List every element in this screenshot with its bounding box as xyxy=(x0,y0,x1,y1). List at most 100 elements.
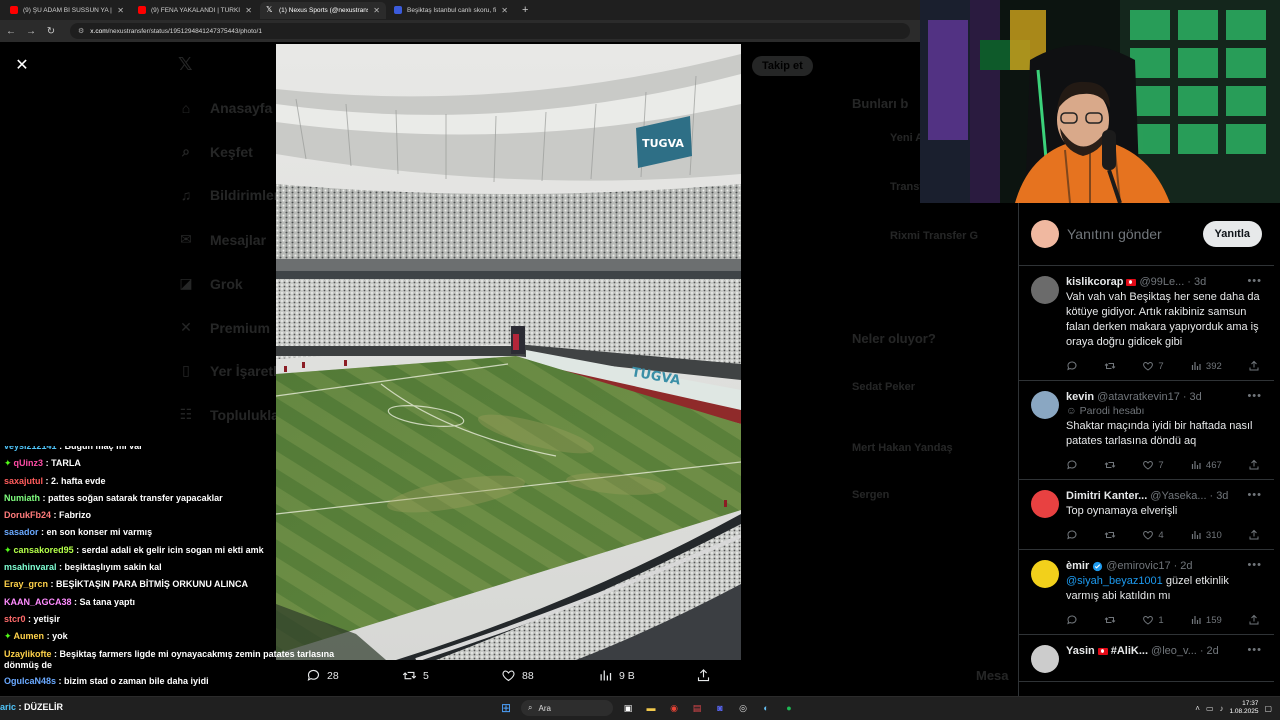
browser-tab[interactable]: (9) ŞU ADAM Bİ SUSSUN YA | b ✕ xyxy=(4,2,130,19)
reply-button[interactable] xyxy=(1066,614,1078,626)
reply-tweet[interactable]: Yasin #AliK... @leo_v... · 2d ••• xyxy=(1019,635,1274,682)
repost-button[interactable] xyxy=(1104,360,1116,372)
close-tab-icon[interactable]: ✕ xyxy=(117,6,124,15)
like-button[interactable]: 4 xyxy=(1142,529,1164,541)
like-count-button[interactable]: 88 xyxy=(501,668,534,683)
chat-username[interactable]: OgulcaN48s xyxy=(4,676,56,686)
chat-username[interactable]: Uzaylikofte xyxy=(4,649,52,659)
views-button[interactable]: 467 xyxy=(1190,459,1222,471)
reply-time[interactable]: 3d xyxy=(1216,490,1228,502)
reply-author-handle[interactable]: @Yaseka... xyxy=(1150,490,1206,502)
repost-count-button[interactable]: 5 xyxy=(402,668,429,683)
start-icon[interactable]: ⊞ xyxy=(498,700,514,716)
avatar[interactable] xyxy=(1031,560,1059,588)
volume-icon[interactable]: ♪ xyxy=(1220,704,1224,713)
reply-author-name[interactable]: Dimitri Kanter... xyxy=(1066,490,1147,502)
reply-tweet[interactable]: kevin @atavratkevin17 · 3d ☺ Parodi hesabı Sh… xyxy=(1019,381,1274,480)
close-tab-icon[interactable]: ✕ xyxy=(501,6,508,15)
more-options-icon[interactable]: ••• xyxy=(1247,275,1262,287)
chat-username[interactable]: qUinz3 xyxy=(14,458,44,468)
repost-button[interactable] xyxy=(1104,459,1116,471)
chat-username[interactable]: saxajutul xyxy=(4,476,43,486)
more-options-icon[interactable]: ••• xyxy=(1247,644,1262,656)
chat-username[interactable]: veysi212141 xyxy=(4,446,57,451)
clock[interactable]: 17:37 1.08.2025 xyxy=(1230,700,1259,716)
reply-time[interactable]: 2d xyxy=(1207,645,1219,657)
share-button[interactable] xyxy=(1248,614,1260,626)
reply-author-handle[interactable]: @leo_v... xyxy=(1151,645,1197,657)
notifications-icon[interactable]: ▢ xyxy=(1264,704,1272,713)
reply-input[interactable]: Yanıtını gönder xyxy=(1067,226,1195,242)
reply-tweet[interactable]: Dimitri Kanter... @Yaseka... · 3d Top oynama… xyxy=(1019,480,1274,550)
views-button[interactable]: 310 xyxy=(1190,529,1222,541)
more-options-icon[interactable]: ••• xyxy=(1247,489,1262,501)
browser-tab[interactable]: (9) FENA YAKALANDI | TÜRKİY ✕ xyxy=(132,2,258,19)
like-button[interactable]: 7 xyxy=(1142,459,1164,471)
chat-username[interactable]: msahinvaral xyxy=(4,562,57,572)
reply-time[interactable]: 3d xyxy=(1190,391,1202,403)
back-icon[interactable]: ← xyxy=(6,26,16,37)
reply-button[interactable] xyxy=(1066,529,1078,541)
browser-tab-active[interactable]: 𝕏 (1) Nexus Sports (@nexustrans ✕ xyxy=(260,1,386,19)
steam-icon[interactable]: ◐ xyxy=(758,700,774,716)
avatar[interactable] xyxy=(1031,276,1059,304)
reply-button[interactable] xyxy=(1066,459,1078,471)
close-tab-icon[interactable]: ✕ xyxy=(245,6,252,15)
chrome-icon[interactable]: ◉ xyxy=(666,700,682,716)
more-options-icon[interactable]: ••• xyxy=(1247,559,1262,571)
file-explorer-icon[interactable]: ▬ xyxy=(643,700,659,716)
share-button[interactable] xyxy=(1248,360,1260,372)
obs-icon[interactable]: ◎ xyxy=(735,700,751,716)
reply-author-handle[interactable]: @99Le... xyxy=(1139,276,1184,288)
chat-username[interactable]: KAAN_AGCA38 xyxy=(4,597,72,607)
reply-button[interactable] xyxy=(1066,360,1078,372)
avatar[interactable] xyxy=(1031,490,1059,518)
chat-username[interactable]: Numiath xyxy=(4,493,40,503)
chat-username[interactable]: cansakored95 xyxy=(14,545,74,555)
avatar[interactable] xyxy=(1031,391,1059,419)
repost-button[interactable] xyxy=(1104,529,1116,541)
views-button[interactable]: 392 xyxy=(1190,360,1222,372)
app-icon[interactable]: ▤ xyxy=(689,700,705,716)
site-info-icon[interactable]: ⚙ xyxy=(78,27,84,35)
new-tab-icon[interactable]: + xyxy=(516,4,534,16)
reply-time[interactable]: 3d xyxy=(1194,276,1206,288)
taskbar-search[interactable]: ⌕ Ara xyxy=(521,700,613,716)
chat-username[interactable]: sasador xyxy=(4,527,39,537)
reload-icon[interactable]: ↻ xyxy=(46,26,56,37)
reply-author-name[interactable]: kislikcorap xyxy=(1066,276,1123,288)
reply-author-handle[interactable]: @atavratkevin17 xyxy=(1097,391,1180,403)
mention-link[interactable]: @siyah_beyaz1001 xyxy=(1066,575,1163,587)
like-button[interactable]: 7 xyxy=(1142,360,1164,372)
chat-username[interactable]: stcr0 xyxy=(4,614,26,624)
share-button[interactable] xyxy=(696,668,711,683)
close-photo-button[interactable]: ✕ xyxy=(12,56,32,76)
reply-time[interactable]: 2d xyxy=(1180,560,1192,572)
chat-username[interactable]: Aumen xyxy=(14,631,45,641)
forward-icon[interactable]: → xyxy=(26,26,36,37)
reply-author-handle[interactable]: @emirovic17 xyxy=(1106,560,1170,572)
like-button[interactable]: 1 xyxy=(1142,614,1164,626)
task-view-icon[interactable]: ▣ xyxy=(620,700,636,716)
reply-author-name[interactable]: kevin xyxy=(1066,391,1094,403)
reply-author-name[interactable]: Yasin xyxy=(1066,645,1095,657)
reply-submit-button[interactable]: Yanıtla xyxy=(1202,221,1262,247)
reply-tweet[interactable]: kislikcorap @99Le... · 3d Vah vah vah Beşikt… xyxy=(1019,266,1274,381)
browser-tab[interactable]: Beşiktaş İstanbul canlı skoru, fi ✕ xyxy=(388,2,514,19)
avatar[interactable] xyxy=(1031,645,1059,673)
network-icon[interactable]: ▭ xyxy=(1206,704,1214,713)
share-button[interactable] xyxy=(1248,459,1260,471)
view-count-button[interactable]: 9 B xyxy=(598,668,635,683)
reply-tweet[interactable]: èmir @emirovic17 · 2d @siyah_beyaz1001 güzel… xyxy=(1019,550,1274,635)
reply-author-name[interactable]: èmir xyxy=(1066,560,1089,572)
url-field[interactable]: ⚙ x.com/nexustransfer/status/19512948412… xyxy=(70,23,910,39)
views-button[interactable]: 159 xyxy=(1190,614,1222,626)
discord-icon[interactable]: ◙ xyxy=(712,700,728,716)
spotify-icon[interactable]: ● xyxy=(781,700,797,716)
chevron-up-icon[interactable]: ˄ xyxy=(1195,704,1200,713)
share-button[interactable] xyxy=(1248,529,1260,541)
chat-username[interactable]: DorukFb24 xyxy=(4,510,51,520)
close-tab-icon[interactable]: ✕ xyxy=(373,6,380,15)
chat-username[interactable]: Eray_grcn xyxy=(4,579,48,589)
more-options-icon[interactable]: ••• xyxy=(1247,390,1262,402)
